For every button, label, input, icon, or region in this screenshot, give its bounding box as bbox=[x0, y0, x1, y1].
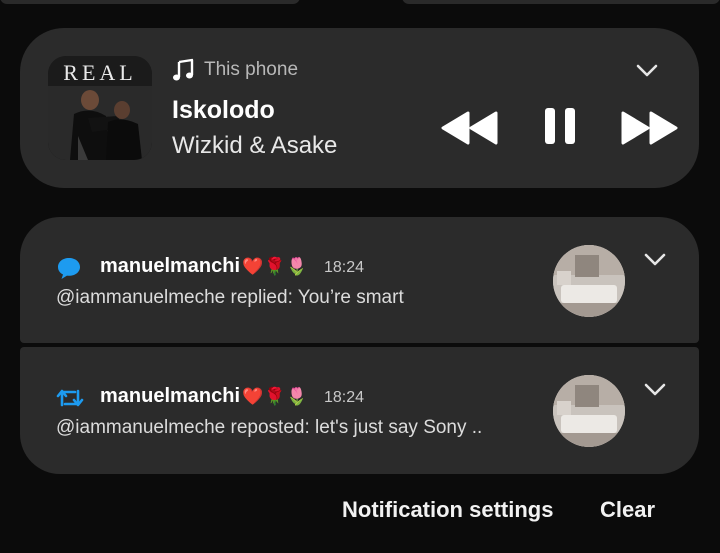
notification-settings-button[interactable]: Notification settings bbox=[342, 497, 553, 523]
notification-thumbnail[interactable] bbox=[553, 245, 625, 317]
notification-card[interactable]: manuelmanchi ❤️🌹🌷 18:24 @iammanuelmeche … bbox=[20, 217, 699, 343]
notification-sender-row: manuelmanchi ❤️🌹🌷 bbox=[100, 385, 309, 408]
notification-thumbnail[interactable] bbox=[553, 375, 625, 447]
music-note-icon bbox=[173, 58, 194, 81]
notification-time: 18:24 bbox=[324, 259, 365, 276]
artist-name: Wizkid & Asake bbox=[172, 132, 338, 159]
notification-sender: manuelmanchi bbox=[100, 255, 241, 277]
top-edge bbox=[0, 0, 720, 8]
output-source-label: This phone bbox=[204, 59, 299, 80]
notification-sender-row: manuelmanchi ❤️🌹🌷 bbox=[100, 255, 309, 278]
album-art[interactable]: REAL bbox=[48, 56, 152, 160]
expand-chevron-icon[interactable] bbox=[636, 64, 658, 78]
pause-icon[interactable] bbox=[542, 106, 578, 146]
sender-emojis: ❤️🌹🌷 bbox=[242, 386, 309, 406]
output-source[interactable]: This phone bbox=[172, 58, 298, 82]
expand-chevron-icon[interactable] bbox=[644, 383, 666, 397]
sender-emojis: ❤️🌹🌷 bbox=[242, 256, 309, 276]
notification-body: @iammanuelmeche replied: You’re smart bbox=[56, 287, 404, 308]
repost-icon bbox=[56, 389, 84, 407]
room-thumbnail-image bbox=[553, 375, 625, 447]
notification-card[interactable]: manuelmanchi ❤️🌹🌷 18:24 @iammanuelmeche … bbox=[20, 347, 699, 474]
clear-button[interactable]: Clear bbox=[600, 497, 655, 523]
fast-forward-icon[interactable] bbox=[619, 110, 681, 146]
notification-time: 18:24 bbox=[324, 389, 365, 406]
expand-chevron-icon[interactable] bbox=[644, 253, 666, 267]
speech-bubble-icon bbox=[58, 258, 80, 279]
notification-sender: manuelmanchi bbox=[100, 385, 241, 407]
album-art-text: REAL bbox=[63, 60, 137, 85]
room-thumbnail-image bbox=[553, 245, 625, 317]
media-player-card[interactable]: REAL This phone Iskolodo Wizkid & Asake bbox=[20, 28, 699, 188]
quick-tile-right[interactable] bbox=[402, 0, 720, 4]
quick-tile-left[interactable] bbox=[0, 0, 300, 4]
notification-body: @iammanuelmeche reposted: let's just say… bbox=[56, 417, 483, 438]
song-title: Iskolodo bbox=[172, 96, 275, 124]
rewind-icon[interactable] bbox=[440, 110, 500, 146]
